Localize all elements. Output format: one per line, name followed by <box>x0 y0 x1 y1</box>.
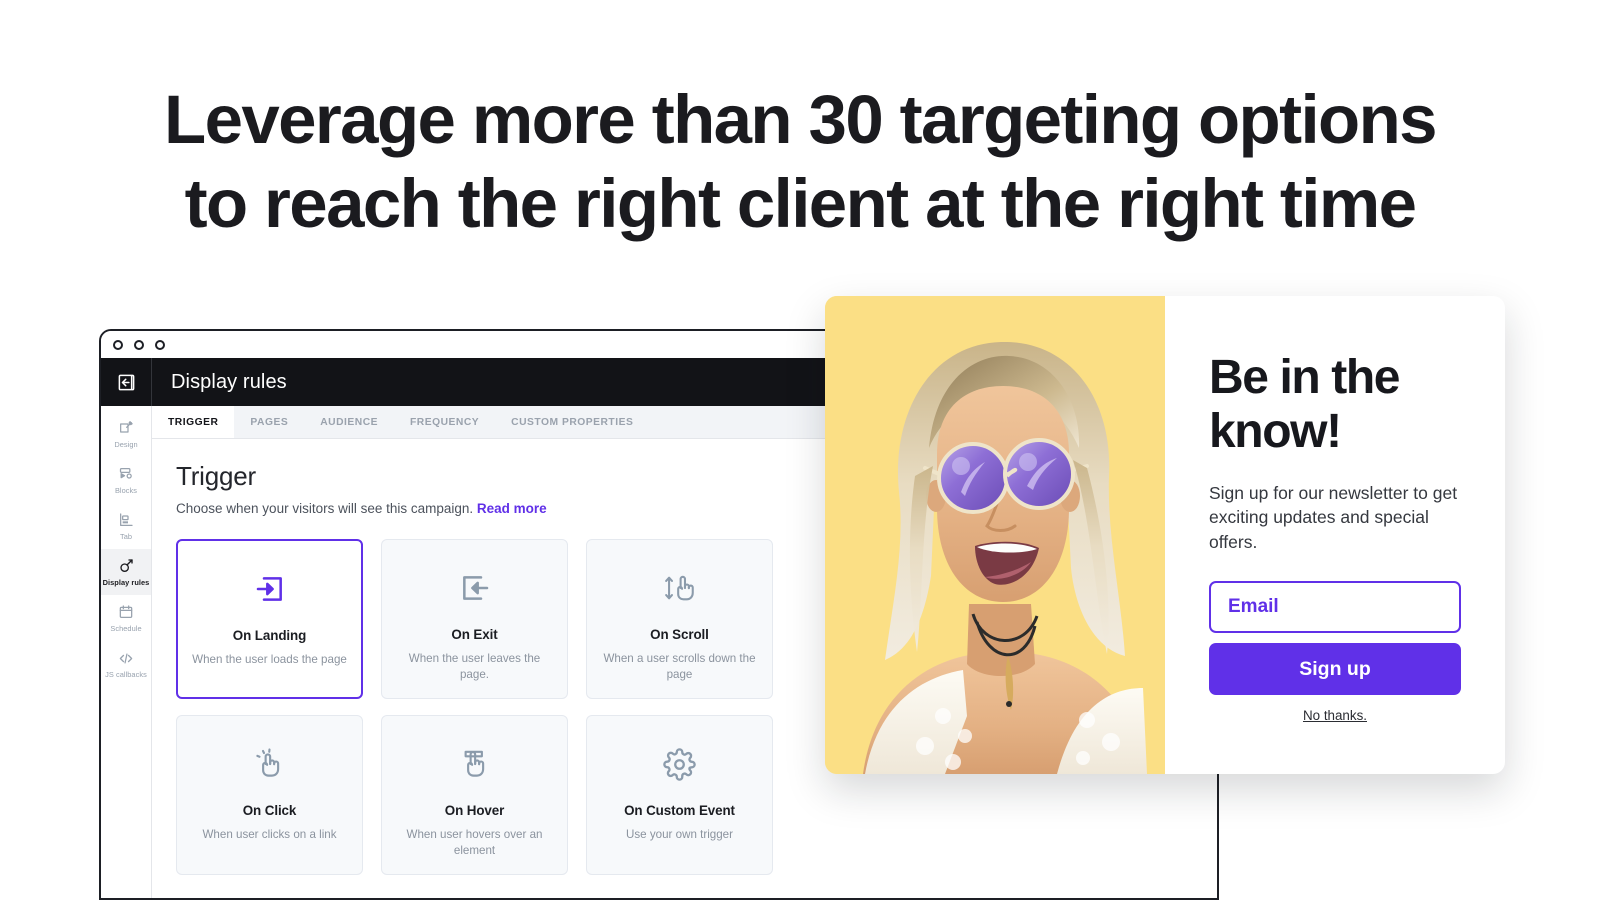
arrow-out-of-box-icon <box>459 567 491 609</box>
sidebar-item-js-callbacks[interactable]: JS callbacks <box>101 641 151 687</box>
blocks-icon <box>118 466 135 483</box>
sidebar-item-blocks[interactable]: Blocks <box>101 457 151 503</box>
trigger-card-on-landing[interactable]: On Landing When the user loads the page <box>176 539 363 699</box>
trigger-card-title: On Hover <box>444 803 505 818</box>
read-more-link[interactable]: Read more <box>477 501 547 516</box>
trigger-card-title: On Scroll <box>650 627 709 642</box>
tab-icon <box>118 512 134 529</box>
popup-photo <box>825 296 1165 774</box>
code-brackets-icon <box>117 650 135 667</box>
trigger-card-on-exit[interactable]: On Exit When the user leaves the page. <box>381 539 568 699</box>
trigger-card-on-scroll[interactable]: On Scroll When a user scrolls down the p… <box>586 539 773 699</box>
arrow-into-box-icon <box>254 568 286 610</box>
calendar-icon <box>118 604 134 621</box>
trigger-card-description: When a user scrolls down the page <box>603 652 756 681</box>
design-pencil-icon <box>118 420 134 437</box>
headline-line-2: to reach the right client at the right t… <box>184 165 1417 243</box>
trigger-card-title: On Click <box>242 803 297 818</box>
woman-portrait-illustration <box>825 296 1165 774</box>
sidebar-item-schedule[interactable]: Schedule <box>101 595 151 641</box>
trigger-card-title: On Custom Event <box>624 803 735 818</box>
collapse-panel-icon[interactable] <box>101 358 152 406</box>
hand-click-icon <box>255 743 285 785</box>
popup-subtitle: Sign up for our newsletter to get exciti… <box>1209 482 1458 553</box>
left-nav-rail: Design Blocks Tab Display rules Schedule… <box>101 406 152 898</box>
headline-line-1: Leverage more than 30 targeting options <box>164 81 1437 158</box>
signup-button[interactable]: Sign up <box>1209 643 1461 696</box>
trigger-card-description: When user clicks on a link <box>202 828 337 841</box>
sidebar-item-label: Blocks <box>114 485 138 495</box>
page-headline: Leverage more than 30 targeting options … <box>0 78 1600 246</box>
popup-form: Be in the know! Sign up for our newslett… <box>1165 296 1505 774</box>
hand-hover-icon <box>460 743 490 785</box>
trigger-card-title: On Exit <box>451 627 498 642</box>
app-title: Display rules <box>171 370 287 393</box>
sidebar-item-tab[interactable]: Tab <box>101 503 151 549</box>
trigger-card-title: On Landing <box>232 628 307 643</box>
email-field[interactable] <box>1209 581 1461 634</box>
hand-scroll-icon <box>663 567 697 609</box>
sidebar-item-display-rules[interactable]: Display rules <box>101 549 151 595</box>
window-maximize-dot-icon[interactable] <box>155 339 165 350</box>
sidebar-item-label: Display rules <box>102 577 150 587</box>
sidebar-item-design[interactable]: Design <box>101 411 151 457</box>
trigger-card-description: When the user leaves the page. <box>408 652 541 681</box>
trigger-card-description: When the user loads the page <box>192 653 347 666</box>
window-close-dot-icon[interactable] <box>113 339 123 350</box>
tab-audience[interactable]: AUDIENCE <box>304 406 394 438</box>
window-minimize-dot-icon[interactable] <box>134 339 144 350</box>
tab-trigger[interactable]: TRIGGER <box>152 406 235 438</box>
newsletter-popup: Be in the know! Sign up for our newslett… <box>825 296 1505 774</box>
panel-subtitle-text: Choose when your visitors will see this … <box>176 501 474 516</box>
gear-icon <box>663 743 696 785</box>
sidebar-item-label: Design <box>114 439 138 449</box>
sidebar-item-label: JS callbacks <box>105 669 147 679</box>
target-arrow-icon <box>118 558 134 575</box>
tab-custom-properties[interactable]: CUSTOM PROPERTIES <box>495 406 649 438</box>
sidebar-item-label: Tab <box>119 531 133 541</box>
trigger-card-description: When user hovers over an element <box>406 828 543 857</box>
trigger-card-on-hover[interactable]: On Hover When user hovers over an elemen… <box>381 715 568 875</box>
tab-frequency[interactable]: FREQUENCY <box>394 406 495 438</box>
trigger-card-description: Use your own trigger <box>626 828 733 841</box>
popup-title: Be in the know! <box>1209 351 1400 458</box>
decline-link[interactable]: No thanks. <box>1209 708 1461 723</box>
sidebar-item-label: Schedule <box>110 623 142 633</box>
trigger-card-on-click[interactable]: On Click When user clicks on a link <box>176 715 363 875</box>
trigger-card-on-custom-event[interactable]: On Custom Event Use your own trigger <box>586 715 773 875</box>
tab-pages[interactable]: PAGES <box>234 406 304 438</box>
